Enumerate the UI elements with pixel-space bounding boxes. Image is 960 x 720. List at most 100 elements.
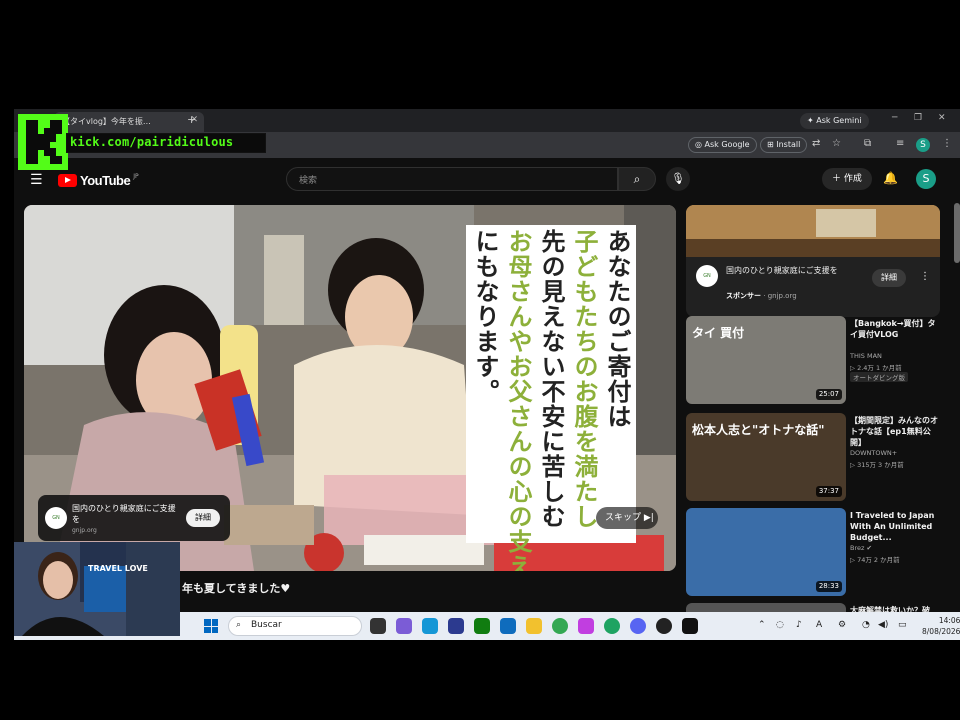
clock-time: 14:06 [938,616,960,625]
install-label: Install [776,140,801,149]
kick-stream-overlay: kick.com/pairidiculous [18,114,266,170]
ask-gemini-button[interactable]: ✦ Ask Gemini [800,113,869,129]
streamer-webcam: TRAVEL LOVE [14,542,180,636]
kick-logo-icon [18,114,68,170]
browser-menu-icon[interactable]: ⋮ [942,138,952,149]
video-duration: 37:37 [815,486,842,497]
ad-card-title: 国内のひとり親家庭にご支援を [72,504,176,524]
create-button[interactable]: ＋ 作成 [822,168,872,190]
wifi-icon[interactable]: ◔ [862,620,870,630]
taskbar-search[interactable]: ⌕ Buscar [228,616,362,636]
search-button[interactable]: ⌕ [618,167,656,191]
video-duration: 25:07 [815,389,842,400]
ad-panel-details-button[interactable]: 詳細 [872,269,906,287]
recommendation-title[interactable]: I Traveled to Japan With An Unlimited Bu… [850,510,942,543]
plus-icon: ＋ [832,174,844,184]
ask-gemini-label: Ask Gemini [816,116,862,125]
skip-ad-button[interactable]: スキップ ▶| [596,507,658,529]
ask-google-button[interactable]: ◎ Ask Google [688,137,757,153]
thumbnail-text: タイ 買付 [692,326,745,340]
video-thumbnail[interactable]: タイ 買付 25:07 [686,316,846,404]
ad-headline: あなたのご寄付は 子どもたちのお腹を満たし 先の見えない不安に苦しむ お母さんやお父さ… [466,225,636,571]
video-duration: 28:33 [815,581,842,592]
hamburger-menu-icon[interactable]: ☰ [30,172,43,188]
windows-start-icon[interactable] [204,619,218,633]
terminal-icon[interactable] [682,618,698,634]
taskbar-search-label: Buscar [251,620,282,630]
gemini-spark-icon: ✦ [807,116,817,125]
chrome-profile-icon[interactable] [604,618,620,634]
page-scrollbar[interactable] [954,203,960,263]
good-neighbors-logo: GN [45,507,67,529]
account-avatar[interactable]: S [916,169,936,189]
more-options-icon[interactable]: ⋮ [920,271,930,282]
ad-headline-line: 子どもたちのお腹を満たし [570,229,598,529]
search-icon: ⌕ [633,172,641,186]
file-explorer-icon[interactable] [526,618,542,634]
install-button[interactable]: ⊞ Install [760,137,808,153]
recommendation-item[interactable]: 28:33 I Traveled to Japan With An Unlimit… [686,508,940,596]
maximize-icon[interactable]: ❐ [914,113,922,123]
search-input[interactable]: 検索 [286,167,618,191]
ad-headline-line: にもなります。 [471,229,499,404]
edge-icon[interactable] [422,618,438,634]
video-thumbnail[interactable]: 松本人志と"オトナな話" 37:37 [686,413,846,501]
system-clock[interactable]: 14:06 8/08/2026 [922,615,960,637]
screen: 【タイvlog】今年を振… ✕ + ✦ Ask Gemini ─ ❐ ✕ ◎ A… [0,0,960,720]
search-icon: ⌕ [236,620,242,630]
ad-headline-line: あなたのご寄付は [603,229,631,429]
tray-app-icon[interactable]: ◌ [776,620,784,630]
ad-info-card[interactable]: GN 国内のひとり親家庭にご支援を gnjp.org 詳細 [38,495,230,541]
bookmark-star-icon[interactable]: ☆ [832,138,841,149]
kick-url: kick.com/pairidiculous [70,135,234,149]
ad-panel-sponsor: スポンサー · gnjp.org [726,292,797,300]
microphone-icon: 🎙 [671,172,685,185]
voice-search-button[interactable]: 🎙 [666,167,690,191]
store-icon[interactable] [448,618,464,634]
ad-panel-title: 国内のひとり親家庭にご支援を [726,266,838,275]
minimize-icon[interactable]: ─ [892,113,897,123]
discord-icon[interactable] [630,618,646,634]
view-count: ▷ 74万 2 か月前 [850,556,900,564]
video-player[interactable]: あなたのご寄付は 子どもたちのお腹を満たし 先の見えない不安に苦しむ お母さんやお父さ… [24,205,676,571]
recommendation-title[interactable]: 【期間限定】みんなのオトナな話【ep1無料公開】 [850,415,942,448]
lens-icon: ◎ [695,140,705,149]
ad-card-url: gnjp.org [72,527,97,534]
recommendation-item[interactable]: タイ 買付 25:07 【Bangkok→買付】タイ買付VLOG THIS MAN ▷ … [686,316,940,404]
tray-settings-icon[interactable]: ⚙ [838,620,846,630]
channel-name[interactable]: Brez ✔ [850,544,872,552]
ad-panel-image [686,205,940,257]
copilot-icon[interactable] [396,618,412,634]
video-thumbnail[interactable]: 28:33 [686,508,846,596]
xbox-icon[interactable] [474,618,490,634]
tray-chevron-icon[interactable]: ⌃ [758,620,766,630]
ad-details-button[interactable]: 詳細 [186,509,220,527]
extensions-icon[interactable]: ⧉ [864,138,871,149]
outlook-icon[interactable] [500,618,516,634]
pen-icon[interactable]: A [816,620,822,630]
recommendation-title[interactable]: 【Bangkok→買付】タイ買付VLOG [850,318,942,340]
youtube-logo[interactable]: YouTube JP [58,173,139,188]
youtube-wordmark: YouTube [80,173,131,188]
microphone-tray-icon[interactable]: ♪ [796,620,802,630]
channel-name[interactable]: THIS MAN [850,352,882,360]
close-window-icon[interactable]: ✕ [938,113,946,123]
ad-panel-logo: GN [696,265,718,287]
video-title: 年も夏してきました♥ [182,582,291,595]
recommendation-item[interactable]: 松本人志と"オトナな話" 37:37 【期間限定】みんなのオトナな話【ep1無料公開… [686,413,940,501]
chrome-icon[interactable] [552,618,568,634]
battery-icon[interactable]: ▭ [898,620,907,630]
profile-avatar[interactable]: S [916,138,930,152]
task-view-icon[interactable] [370,618,386,634]
translate-icon[interactable]: ⇄ [812,138,820,149]
channel-name[interactable]: DOWNTOWN+ [850,449,897,457]
sidebar-ad-panel[interactable]: GN 国内のひとり親家庭にご支援を スポンサー · gnjp.org 詳細 ⋮ [686,205,940,317]
volume-icon[interactable]: ◀) [878,620,888,630]
media-control-icon[interactable]: ≡ [896,138,904,149]
ask-google-label: Ask Google [704,140,750,149]
obs-icon[interactable] [656,618,672,634]
sponsor-url: gnjp.org [767,292,797,300]
notifications-bell-icon[interactable]: 🔔 [883,171,898,185]
app-icon[interactable] [578,618,594,634]
ad-headline-line: お母さんやお父さんの心の支え [504,229,532,571]
